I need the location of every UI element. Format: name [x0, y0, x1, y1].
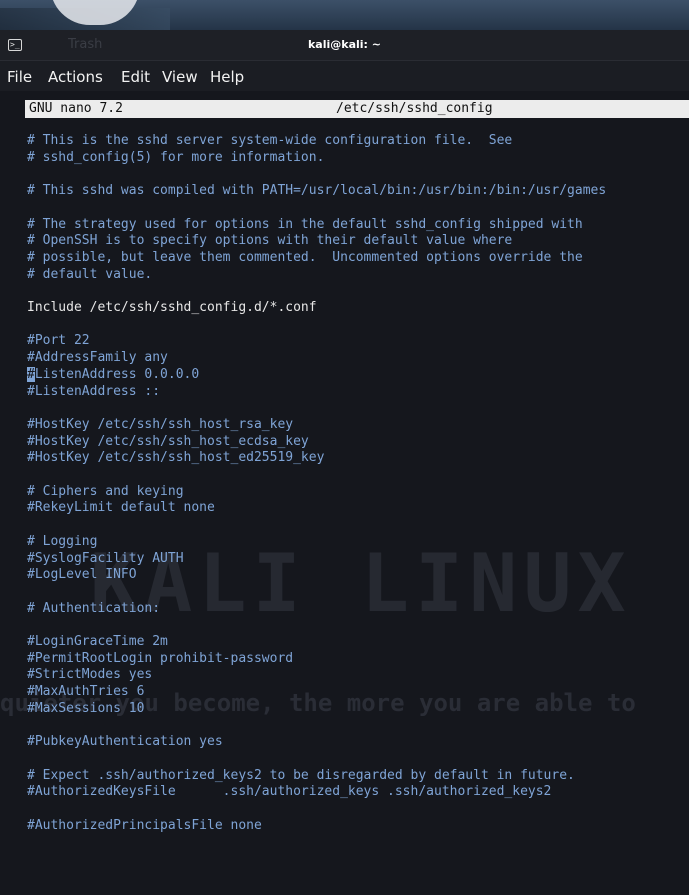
comment-line: #Port 22: [27, 333, 90, 349]
menu-file[interactable]: File: [7, 68, 32, 86]
comment-line: # Authentication:: [27, 600, 161, 616]
menu-help[interactable]: Help: [210, 68, 244, 86]
comment-line: #PermitRootLogin prohibit-password: [27, 650, 294, 666]
comment-line: #HostKey /etc/ssh/ssh_host_ecdsa_key: [27, 433, 309, 449]
comment-line: # The strategy used for options in the d…: [27, 216, 583, 232]
comment-line: #LogLevel INFO: [27, 567, 137, 583]
terminal-window: >_ Trash kali@kali: ~ File Actions Edit …: [0, 30, 689, 895]
comment-line: #SyslogFacility AUTH: [27, 550, 184, 566]
comment-line: # Expect .ssh/authorized_keys2 to be dis…: [27, 767, 575, 783]
comment-line: #AuthorizedPrincipalsFile none: [27, 817, 262, 833]
menu-bar: File Actions Edit View Help: [0, 61, 689, 91]
comment-line: #AddressFamily any: [27, 350, 168, 366]
nano-header-bar: GNU nano 7.2 /etc/ssh/sshd_config: [25, 100, 689, 118]
comment-line: #StrictModes yes: [27, 667, 153, 683]
desktop-background: [0, 0, 689, 30]
nano-filename: /etc/ssh/sshd_config: [336, 101, 493, 116]
menu-view[interactable]: View: [162, 68, 198, 86]
line-text: ListenAddress 0.0.0.0: [34, 366, 200, 382]
comment-line: # This is the sshd server system-wide co…: [27, 133, 513, 148]
comment-line: #HostKey /etc/ssh/ssh_host_ed25519_key: [27, 450, 325, 466]
comment-line: # possible, but leave them commented. Un…: [27, 249, 583, 265]
comment-line: #PubkeyAuthentication yes: [27, 734, 223, 750]
comment-line: # OpenSSH is to specify options with the…: [27, 233, 513, 249]
comment-line: # sshd_config(5) for more information.: [27, 149, 325, 165]
comment-line: #ListenAddress 0.0.0.0: [27, 366, 200, 383]
comment-line: # Logging: [27, 533, 98, 549]
menu-edit[interactable]: Edit: [121, 68, 150, 86]
comment-line: #RekeyLimit default none: [27, 500, 215, 516]
window-title: kali@kali: ~: [307, 38, 381, 51]
comment-line: #ListenAddress ::: [27, 383, 161, 399]
comment-line: #AuthorizedKeysFile .ssh/authorized_keys…: [27, 784, 552, 800]
config-line: Include /etc/ssh/sshd_config.d/*.conf: [27, 300, 317, 315]
comment-line: #LoginGraceTime 2m: [27, 634, 168, 649]
comment-line: #MaxSessions 10: [27, 700, 145, 716]
comment-line: # Ciphers and keying: [27, 483, 184, 499]
title-bar[interactable]: >_ Trash kali@kali: ~: [0, 30, 689, 61]
comment-line: #MaxAuthTries 6: [27, 684, 145, 700]
comment-line: # This sshd was compiled with PATH=/usr/…: [27, 183, 607, 199]
nano-version: GNU nano 7.2: [29, 101, 123, 116]
comment-line: #HostKey /etc/ssh/ssh_host_rsa_key: [27, 416, 294, 432]
nano-editor[interactable]: KALI LINUX quieter you become, the more …: [0, 91, 689, 895]
comment-line: # default value.: [27, 266, 153, 282]
menu-actions[interactable]: Actions: [48, 68, 103, 86]
text-cursor: #: [27, 366, 35, 382]
